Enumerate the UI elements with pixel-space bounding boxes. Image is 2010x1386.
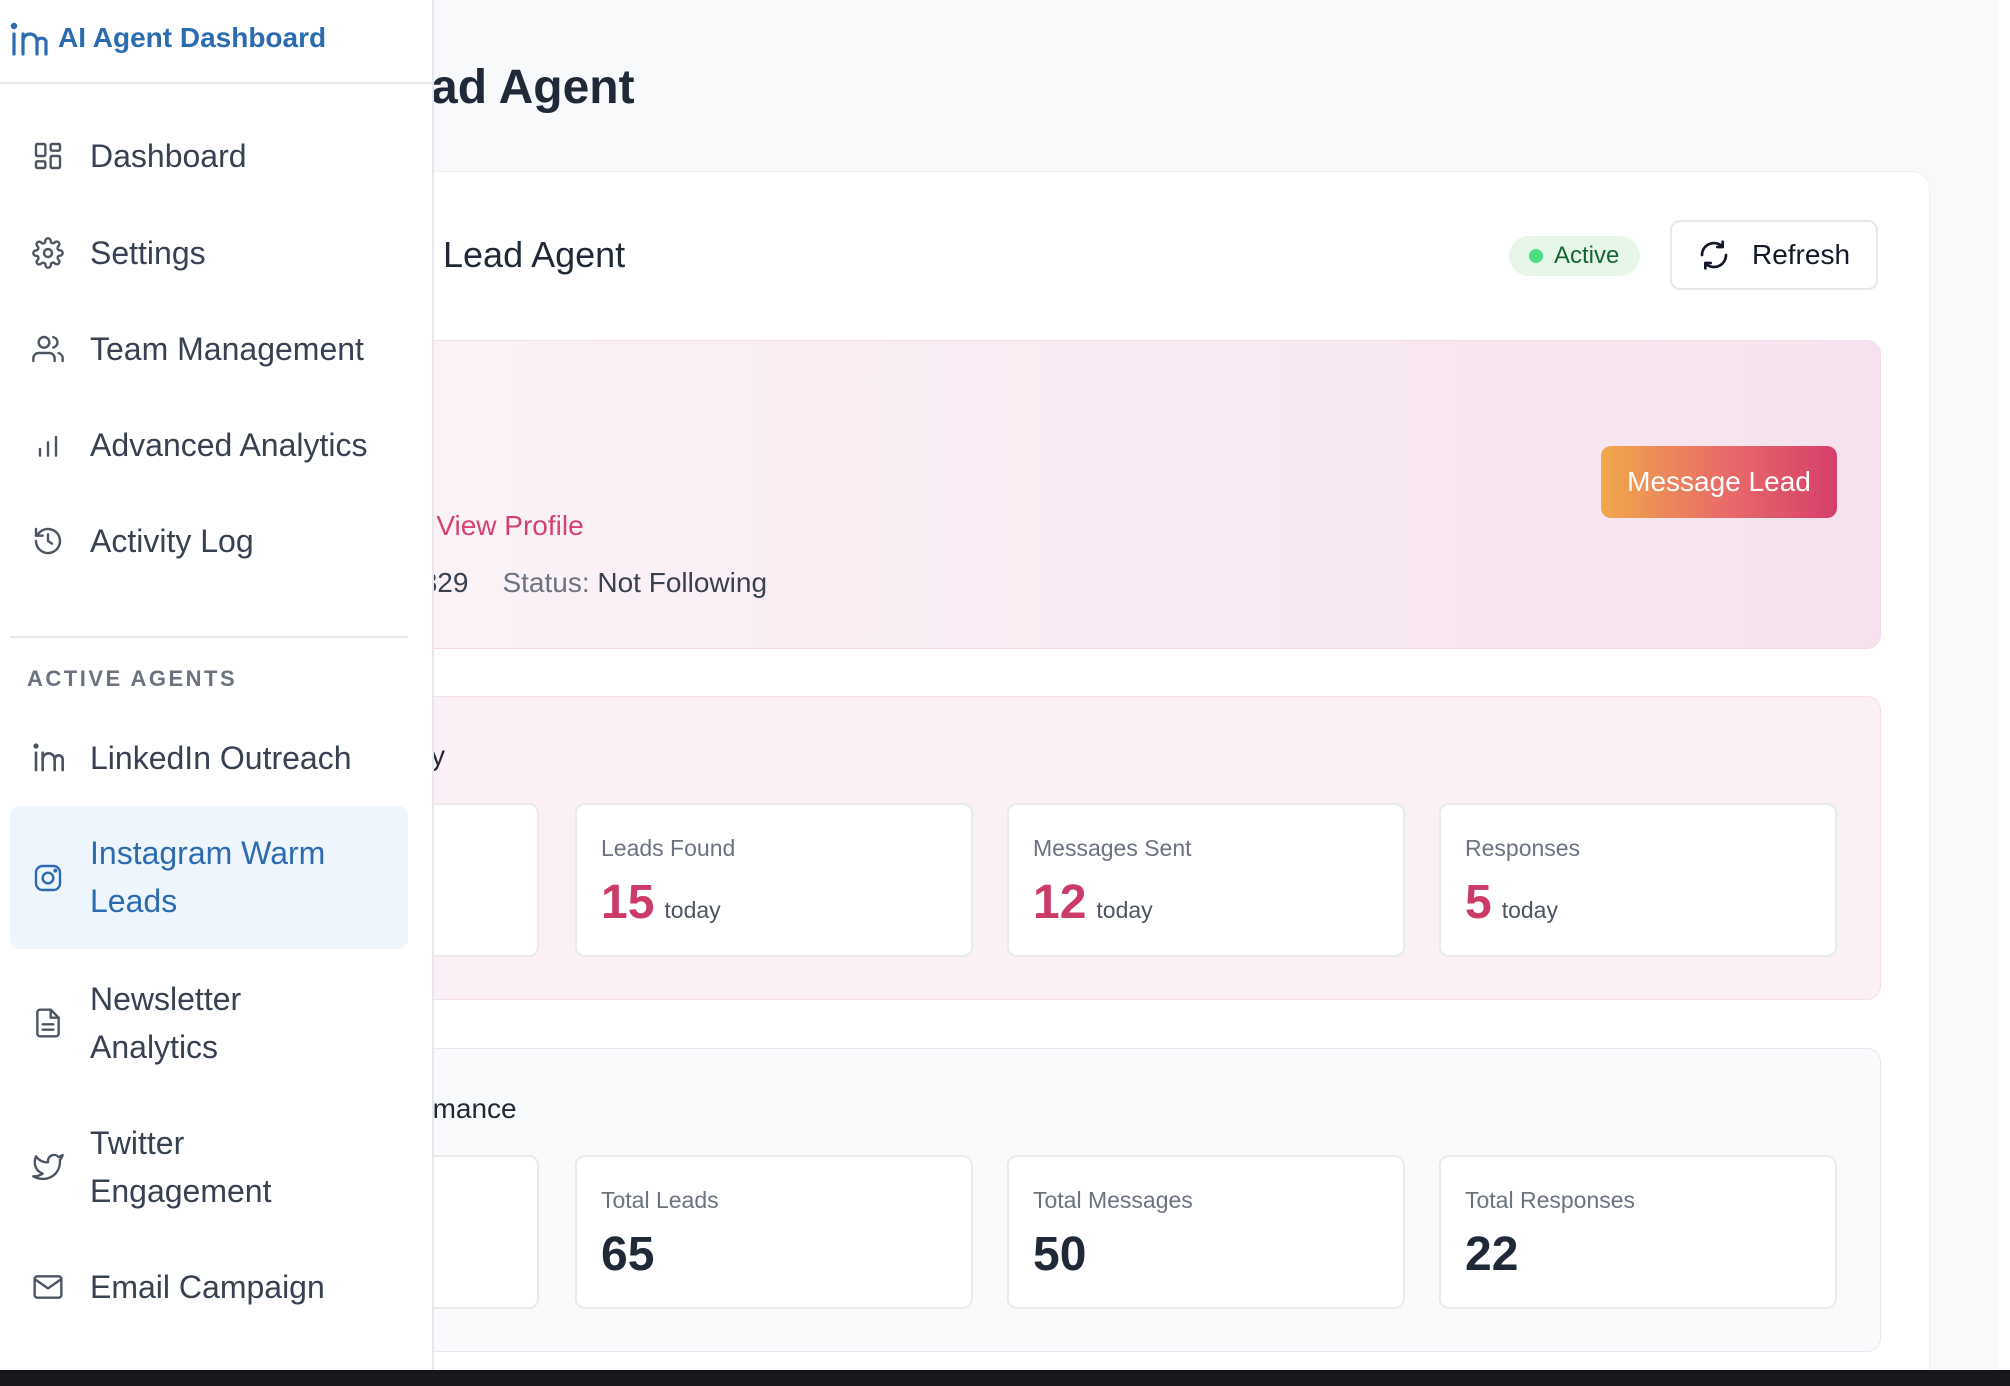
stat-suffix: today: [1501, 897, 1558, 923]
status-badge: Active: [1509, 236, 1641, 276]
stat-value: 22: [1465, 1228, 1519, 1281]
sidebar-item-instagram-warm-leads[interactable]: Instagram Warm Leads: [10, 806, 408, 949]
instagram-icon: [34, 864, 62, 892]
linkedin-icon: [10, 22, 48, 56]
stat-label: Leads Found: [601, 835, 736, 861]
stat-value: 15: [601, 876, 655, 929]
sidebar-divider: [10, 636, 408, 638]
dashboard-icon: [34, 142, 62, 170]
sidebar-item-team-management[interactable]: Team Management: [10, 325, 408, 373]
sidebar-item-settings[interactable]: Settings: [10, 229, 408, 277]
lead-status: Status: Not Following: [502, 567, 767, 599]
sidebar-item-activity-log[interactable]: Activity Log: [10, 517, 408, 565]
sidebar-item-advanced-analytics[interactable]: Advanced Analytics: [10, 421, 408, 469]
sidebar: AI Agent Dashboard Dashboard Settings Te…: [0, 0, 434, 1370]
stat-value: 5: [1465, 876, 1492, 929]
sidebar-item-label: Email Campaign: [90, 1269, 325, 1305]
sidebar-brand[interactable]: AI Agent Dashboard: [0, 0, 432, 84]
view-profile-label: View Profile: [436, 510, 584, 541]
gear-icon: [32, 237, 64, 269]
stat-suffix: today: [1096, 897, 1153, 923]
lead-status-label: Status:: [502, 567, 590, 598]
agent-card-title: Lead Agent: [443, 234, 626, 275]
status-dot-icon: [1529, 249, 1543, 263]
users-icon: [32, 335, 64, 363]
stat-value: 65: [601, 1228, 655, 1281]
page-scrollbar[interactable]: [1998, 0, 2010, 1370]
active-agents-heading: ACTIVE AGENTS: [27, 666, 238, 691]
sidebar-item-label: Instagram Warm Leads: [90, 835, 326, 919]
message-lead-button[interactable]: Message Lead: [1601, 446, 1837, 518]
stat-card-total-messages: Total Messages 50: [1007, 1155, 1405, 1309]
sidebar-item-label: Twitter Engagement: [90, 1125, 272, 1209]
sidebar-item-label: Newsletter Analytics: [90, 981, 242, 1065]
stat-card-messages-sent: Messages Sent 12 today: [1007, 803, 1405, 957]
bar-chart-icon: [38, 435, 58, 457]
app-title: AI Agent Dashboard: [58, 22, 327, 53]
status-badge-label: Active: [1554, 242, 1620, 269]
app-viewport: Lead Agent Lead Agent Active Refresh ead…: [0, 0, 2010, 1370]
document-icon: [36, 1008, 60, 1038]
sidebar-item-twitter-engagement[interactable]: Twitter Engagement: [10, 1119, 408, 1215]
stat-label: Total Messages: [1033, 1187, 1193, 1213]
sidebar-item-label: LinkedIn Outreach: [90, 740, 352, 776]
stat-card-total-leads: Total Leads 65: [575, 1155, 973, 1309]
sidebar-item-label: Team Management: [90, 331, 364, 367]
stat-label: Total Responses: [1465, 1187, 1636, 1213]
sidebar-item-email-campaign[interactable]: Email Campaign: [10, 1263, 408, 1311]
sidebar-item-label: Dashboard: [90, 138, 247, 174]
stat-label: Responses: [1465, 835, 1581, 861]
stat-value: 50: [1033, 1228, 1087, 1281]
stat-card-responses: Responses 5 today: [1439, 803, 1837, 957]
stat-suffix: today: [664, 897, 721, 923]
stat-label: Total Leads: [601, 1187, 719, 1213]
stat-card-leads-found: Leads Found 15 today: [575, 803, 973, 957]
mail-icon: [33, 1275, 63, 1299]
lead-status-value: Not Following: [597, 567, 768, 598]
refresh-button[interactable]: Refresh: [1670, 220, 1878, 290]
history-icon: [34, 527, 62, 555]
sidebar-item-label: Advanced Analytics: [90, 427, 368, 463]
twitter-icon: [32, 1153, 64, 1181]
stat-label: Messages Sent: [1033, 835, 1192, 861]
linkedin-icon: [33, 743, 64, 772]
stat-value: 12: [1033, 876, 1087, 929]
refresh-button-label: Refresh: [1751, 239, 1851, 270]
stat-card-total-responses: Total Responses 22: [1439, 1155, 1837, 1309]
sidebar-item-label: Settings: [90, 235, 206, 271]
sidebar-item-dashboard[interactable]: Dashboard: [10, 132, 408, 180]
refresh-icon: [1700, 240, 1728, 270]
sidebar-item-newsletter-analytics[interactable]: Newsletter Analytics: [10, 975, 408, 1071]
sidebar-item-linkedin-outreach[interactable]: LinkedIn Outreach: [10, 734, 408, 782]
sidebar-item-label: Activity Log: [90, 523, 254, 559]
